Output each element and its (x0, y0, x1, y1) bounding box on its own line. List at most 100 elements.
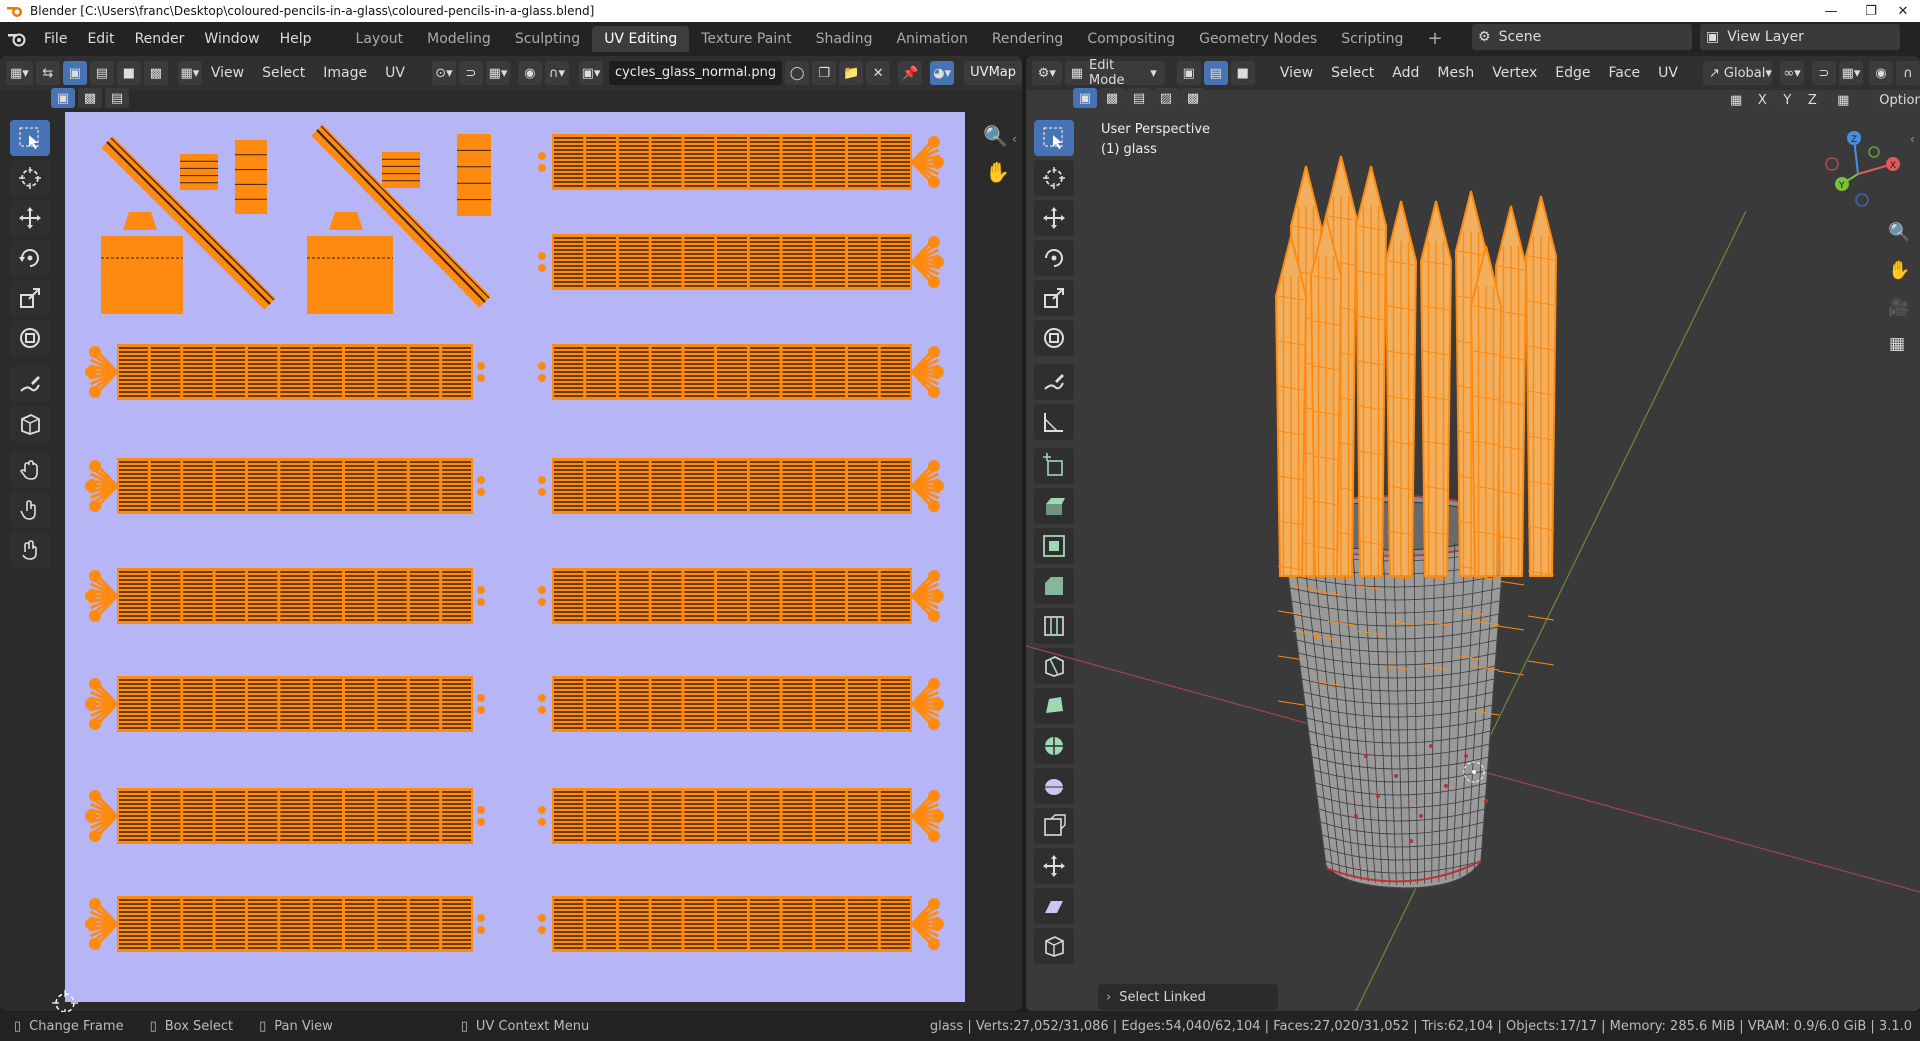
viewport-editor-type-icon[interactable]: ⚙▾ (1032, 61, 1062, 85)
spin-tool-icon[interactable] (1034, 728, 1074, 764)
island-select-icon[interactable]: ▩ (143, 61, 168, 85)
3d-viewport[interactable]: ⚙▾ ▦ Edit Mode ▾ ▣ ▤ ■ View Select Add Mes… (1026, 56, 1920, 1011)
vp-menu-face[interactable]: Face (1599, 65, 1649, 81)
vp-cursor-tool-icon[interactable] (1034, 160, 1074, 196)
knife-tool-icon[interactable] (1034, 648, 1074, 684)
tab-shading[interactable]: Shading (804, 26, 885, 52)
loop-cut-tool-icon[interactable] (1034, 608, 1074, 644)
auto-merge-icon[interactable]: ▦ (1831, 91, 1856, 109)
close-icon[interactable]: ✕ (1880, 0, 1920, 22)
vp-menu-add[interactable]: Add (1383, 65, 1428, 81)
tab-scripting[interactable]: Scripting (1329, 26, 1415, 52)
vp-select-extend-icon[interactable]: ▩ (1100, 88, 1124, 108)
view-layer-selector[interactable]: ▣ View Layer (1700, 24, 1900, 50)
vp-select-intersect-icon[interactable]: ▩ (1181, 88, 1205, 108)
vp-transform-tool-icon[interactable] (1034, 320, 1074, 356)
add-workspace-button[interactable]: + (1415, 26, 1454, 52)
navigation-gizmo[interactable]: X Z Y (1816, 126, 1906, 216)
tab-texture-paint[interactable]: Texture Paint (689, 26, 803, 52)
uv-menu-view[interactable]: View (202, 65, 253, 81)
grab-tool-icon[interactable] (10, 452, 50, 488)
scene-selector[interactable]: ⚙ Scene (1472, 24, 1692, 50)
annotate-tool-icon[interactable] (10, 366, 50, 402)
viewport-proportional-icon[interactable]: ◉ (1869, 61, 1893, 85)
vp-menu-select[interactable]: Select (1322, 65, 1383, 81)
last-operator-panel[interactable]: › Select Linked (1098, 984, 1278, 1010)
mirror-z-toggle[interactable]: Z (1803, 91, 1822, 109)
vp-select-box-tool-icon[interactable] (1034, 120, 1074, 156)
move-tool-icon[interactable] (10, 200, 50, 236)
extrude-tool-icon[interactable] (1034, 488, 1074, 524)
vp-rotate-tool-icon[interactable] (1034, 240, 1074, 276)
vp-select-invert-icon[interactable]: ▨ (1154, 88, 1178, 108)
tab-geometry-nodes[interactable]: Geometry Nodes (1187, 26, 1329, 52)
vp-sidebar-toggle-icon[interactable]: ‹ (1910, 132, 1915, 146)
pivot-icon[interactable]: ⊙▾ (431, 61, 456, 85)
vp-move-tool-icon[interactable] (1034, 200, 1074, 236)
unlink-image-icon[interactable]: ✕ (866, 61, 891, 85)
transform-orientation-selector[interactable]: ↗ Global ▾ (1702, 61, 1772, 85)
face-select-icon[interactable]: ■ (116, 61, 141, 85)
snap-target-icon[interactable]: ▦▾ (485, 61, 510, 85)
camera-view-icon[interactable]: 🎥 (1888, 298, 1909, 318)
tab-animation[interactable]: Animation (884, 26, 979, 52)
rotate-tool-icon[interactable] (10, 240, 50, 276)
pan-hand-icon[interactable]: ✋ (985, 160, 1010, 184)
scale-tool-icon[interactable] (10, 280, 50, 316)
pin-icon[interactable]: 📌 (898, 61, 923, 85)
vp-annotate-tool-icon[interactable] (1034, 364, 1074, 400)
select-new-icon[interactable]: ▣ (51, 88, 75, 108)
shrink-fatten-tool-icon[interactable] (1034, 848, 1074, 884)
sidebar-toggle-icon[interactable]: ‹ (1012, 132, 1017, 146)
viewport-snap-icon[interactable]: ⊃ (1812, 61, 1836, 85)
sticky-select-icon[interactable]: ▦▾ (177, 61, 202, 85)
ortho-grid-icon[interactable]: ▦ (1889, 334, 1905, 354)
uv-image-canvas[interactable] (65, 112, 965, 1002)
uvmap-selector[interactable]: UVMap (964, 61, 1022, 85)
menu-render[interactable]: Render (125, 31, 195, 47)
face-mode-icon[interactable]: ■ (1230, 61, 1255, 85)
viewport-snap-target-icon[interactable]: ▦▾ (1839, 61, 1863, 85)
image-name-field[interactable]: cycles_glass_normal.png (608, 61, 783, 85)
vertex-select-icon[interactable]: ▣ (62, 61, 87, 85)
snap-icon[interactable]: ⊃ (458, 61, 483, 85)
pivot-point-icon[interactable]: ∞▾ (1780, 61, 1804, 85)
menu-window[interactable]: Window (194, 31, 269, 47)
transform-tool-icon[interactable] (10, 320, 50, 356)
cursor-tool-icon[interactable] (10, 160, 50, 196)
uv-menu-uv[interactable]: UV (376, 65, 414, 81)
vp-menu-uv[interactable]: UV (1649, 65, 1687, 81)
select-subtract-icon[interactable]: ▤ (105, 88, 129, 108)
measure-tool-icon[interactable] (1034, 404, 1074, 440)
rip-region-tool-icon[interactable] (1034, 928, 1074, 964)
rip-tool-icon[interactable] (10, 406, 50, 442)
options-dropdown[interactable]: Options ▾ (1871, 90, 1920, 110)
blender-menu-icon[interactable] (0, 31, 34, 47)
vp-select-new-icon[interactable]: ▣ (1073, 88, 1097, 108)
vp-menu-edge[interactable]: Edge (1546, 65, 1599, 81)
vp-zoom-icon[interactable]: 🔍 (1888, 222, 1910, 243)
tab-modeling[interactable]: Modeling (415, 26, 503, 52)
zoom-icon[interactable]: 🔍 (983, 124, 1008, 148)
vp-select-subtract-icon[interactable]: ▤ (1127, 88, 1151, 108)
add-cube-tool-icon[interactable] (1034, 448, 1074, 484)
editor-type-icon[interactable]: ▦▾ (6, 61, 33, 85)
overlays-icon[interactable]: ◕▾ (930, 61, 955, 85)
tab-uv-editing[interactable]: UV Editing (592, 26, 690, 52)
fake-user-icon[interactable]: ◯ (785, 61, 810, 85)
sync-selection-icon[interactable]: ⇆ (35, 61, 60, 85)
poly-build-tool-icon[interactable] (1034, 688, 1074, 724)
uv-menu-select[interactable]: Select (253, 65, 314, 81)
bevel-tool-icon[interactable] (1034, 568, 1074, 604)
vp-menu-vertex[interactable]: Vertex (1483, 65, 1546, 81)
vp-menu-mesh[interactable]: Mesh (1428, 65, 1483, 81)
viewport-falloff-icon[interactable]: ∩ (1896, 61, 1920, 85)
select-extend-icon[interactable]: ▩ (78, 88, 102, 108)
select-box-tool-icon[interactable] (10, 120, 50, 156)
open-image-icon[interactable]: 📁 (839, 61, 864, 85)
menu-edit[interactable]: Edit (77, 31, 124, 47)
tab-compositing[interactable]: Compositing (1075, 26, 1187, 52)
edge-select-icon[interactable]: ▤ (89, 61, 114, 85)
mirror-x-toggle[interactable]: X (1753, 91, 1772, 109)
mirror-y-toggle[interactable]: Y (1778, 91, 1797, 109)
